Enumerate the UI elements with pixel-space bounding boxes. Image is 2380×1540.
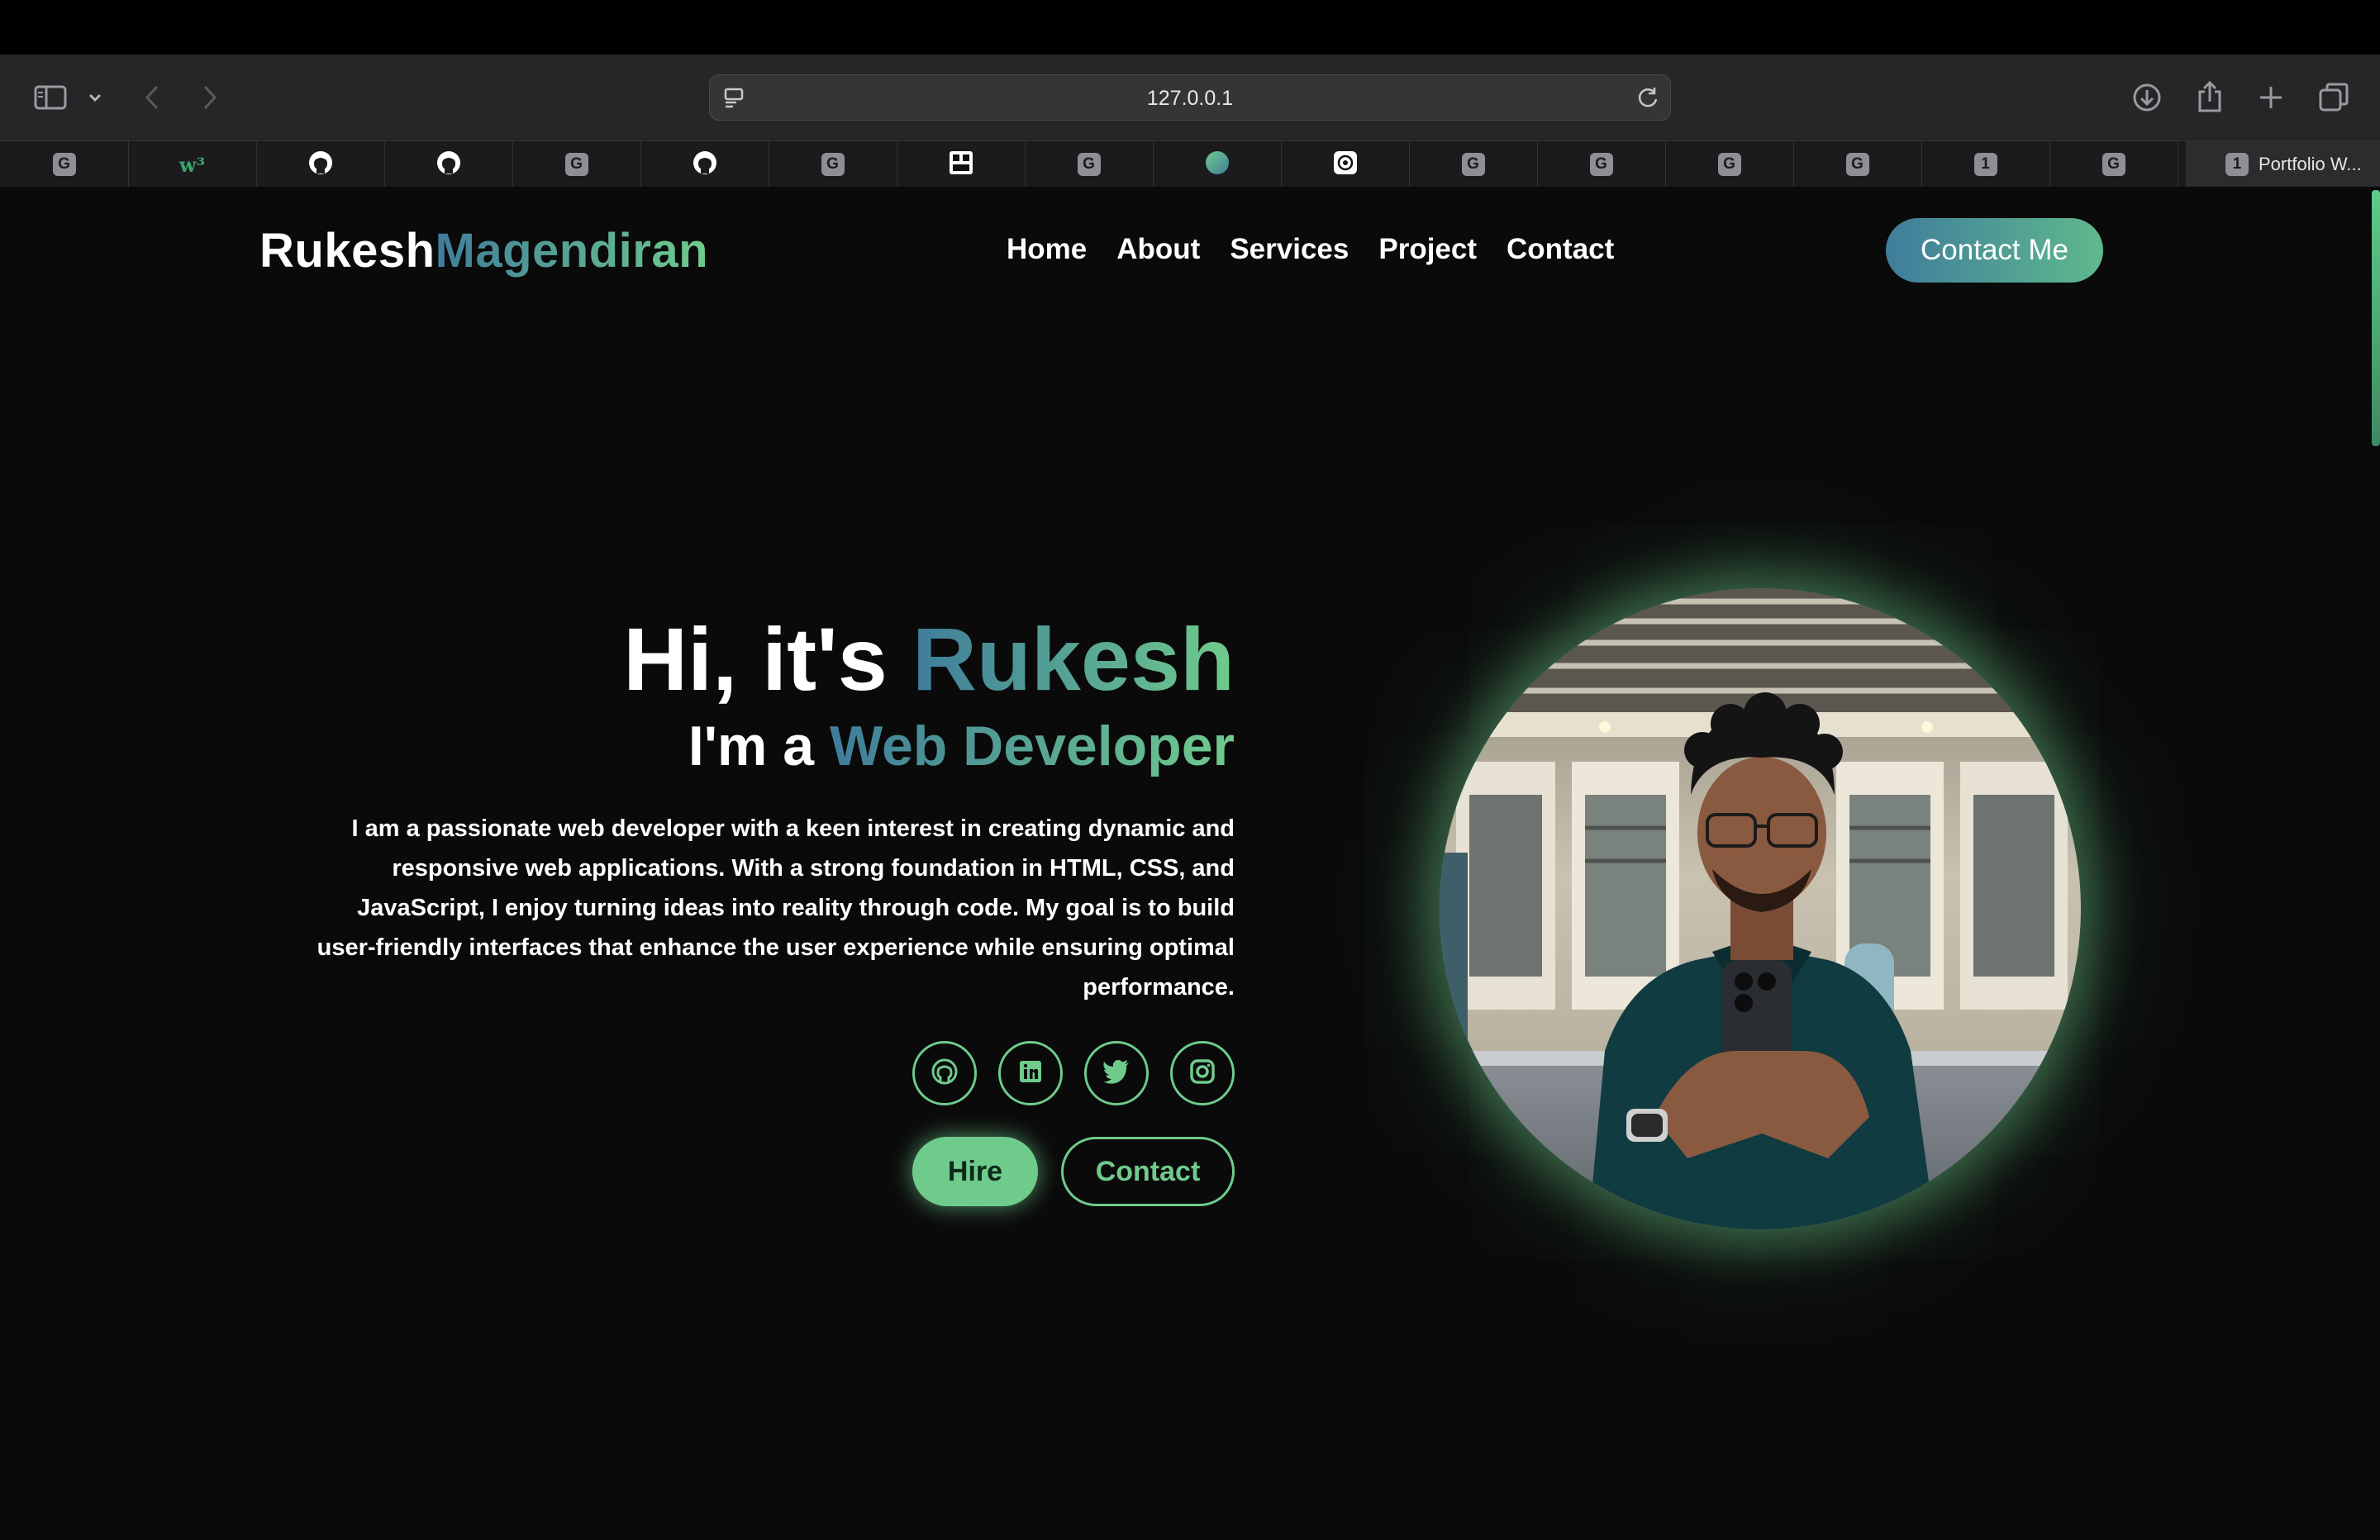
portfolio-page: RukeshMagendiran Home About Services Pro…	[0, 187, 2380, 1540]
browser-tab[interactable]	[384, 141, 513, 188]
instagram-icon	[1189, 1058, 1216, 1089]
contact-me-button[interactable]: Contact Me	[1886, 218, 2103, 283]
browser-tab[interactable]	[256, 141, 385, 188]
sidebar-toggle-icon[interactable]	[31, 83, 69, 112]
browser-tab[interactable]: G	[1409, 141, 1538, 188]
google-icon: G	[1589, 153, 1613, 176]
github-icon	[307, 150, 334, 180]
browser-tab[interactable]	[640, 141, 769, 188]
hero-name: Rukesh	[912, 609, 1235, 709]
chevron-down-icon[interactable]	[84, 86, 106, 109]
profile-photo	[1440, 588, 2081, 1229]
browser-tab[interactable]: G	[0, 141, 129, 188]
google-icon: G	[52, 153, 76, 176]
hero-buttons: Hire Contact	[912, 1137, 1235, 1206]
reload-icon[interactable]	[1635, 85, 1660, 110]
browser-tab[interactable]: G	[512, 141, 641, 188]
browser-tab[interactable]	[897, 141, 1026, 188]
google-icon: G	[2102, 153, 2125, 176]
gradient-circle-icon	[1204, 150, 1230, 180]
role-prefix: I'm a	[688, 715, 815, 777]
url-text[interactable]: 127.0.0.1	[710, 87, 1670, 111]
nav-contact[interactable]: Contact	[1507, 233, 1614, 266]
nav-services[interactable]: Services	[1230, 233, 1349, 266]
share-icon[interactable]	[2193, 78, 2226, 116]
browser-tab[interactable]: G	[1793, 141, 1922, 188]
window-top-bar	[0, 0, 2380, 55]
google-icon: G	[1077, 153, 1101, 176]
browser-tab[interactable]	[1281, 141, 1410, 188]
browser-tab[interactable]	[1153, 141, 1282, 188]
scrollbar[interactable]	[2372, 190, 2380, 446]
linkedin-link[interactable]	[998, 1041, 1063, 1105]
hero-greeting: Hi, it's	[623, 609, 888, 709]
pattern-icon	[948, 150, 974, 180]
github-link[interactable]	[912, 1041, 977, 1105]
linkedin-icon	[1017, 1058, 1044, 1089]
github-icon	[930, 1057, 959, 1091]
github-icon	[436, 150, 462, 180]
hero-text: Hi, it's Rukesh I'm a Web Developer I am…	[243, 615, 1235, 1007]
number-icon: 1	[1973, 153, 1997, 176]
nav-home[interactable]: Home	[1007, 233, 1087, 266]
google-icon: G	[1845, 153, 1869, 176]
hero-role-line: I'm a Web Developer	[243, 715, 1235, 777]
number-icon: 1	[2225, 153, 2249, 176]
w3schools-icon: w³	[178, 152, 206, 177]
main-nav: Home About Services Project Contact	[1007, 233, 1614, 266]
twitter-icon	[1102, 1059, 1130, 1088]
google-icon: G	[821, 153, 845, 176]
active-tab-title: Portfolio W...	[2259, 154, 2362, 174]
address-bar[interactable]: 127.0.0.1	[709, 74, 1671, 121]
browser-tab[interactable]: G	[769, 141, 897, 188]
hero-description: I am a passionate web developer with a k…	[317, 815, 1235, 1001]
browser-tab[interactable]: w³	[128, 141, 257, 188]
google-icon: G	[564, 153, 588, 176]
nav-about[interactable]: About	[1116, 233, 1200, 266]
browser-tab[interactable]: G	[2049, 141, 2178, 188]
google-icon: G	[1717, 153, 1741, 176]
nav-project[interactable]: Project	[1378, 233, 1477, 266]
google-icon: G	[1461, 153, 1485, 176]
openai-icon	[1332, 150, 1359, 180]
forward-icon[interactable]	[195, 81, 225, 114]
hero-heading: Hi, it's Rukesh	[243, 615, 1235, 704]
new-tab-icon[interactable]	[2254, 79, 2287, 116]
social-links	[912, 1041, 1235, 1105]
logo-last-name: Magendiran	[435, 224, 709, 278]
hero-role: Web Developer	[829, 715, 1235, 777]
hire-button[interactable]: Hire	[912, 1137, 1038, 1206]
site-logo[interactable]: RukeshMagendiran	[259, 223, 708, 278]
browser-tab[interactable]: 1	[1921, 141, 2050, 188]
browser-tab[interactable]: G	[1665, 141, 1794, 188]
back-icon[interactable]	[137, 81, 167, 114]
twitter-link[interactable]	[1084, 1041, 1149, 1105]
tab-bar: Gw³ G G G G G G G 1 G 1 Portfolio W...	[0, 140, 2380, 188]
instagram-link[interactable]	[1170, 1041, 1235, 1105]
logo-first-name: Rukesh	[259, 224, 436, 278]
browser-tab[interactable]: G	[1537, 141, 1666, 188]
github-icon	[692, 150, 718, 180]
contact-button[interactable]: Contact	[1061, 1137, 1235, 1206]
active-tab[interactable]: 1 Portfolio W...	[2186, 141, 2380, 188]
tab-overview-icon[interactable]	[2316, 79, 2352, 116]
browser-tab[interactable]: G	[1025, 141, 1154, 188]
download-icon[interactable]	[2130, 79, 2163, 116]
